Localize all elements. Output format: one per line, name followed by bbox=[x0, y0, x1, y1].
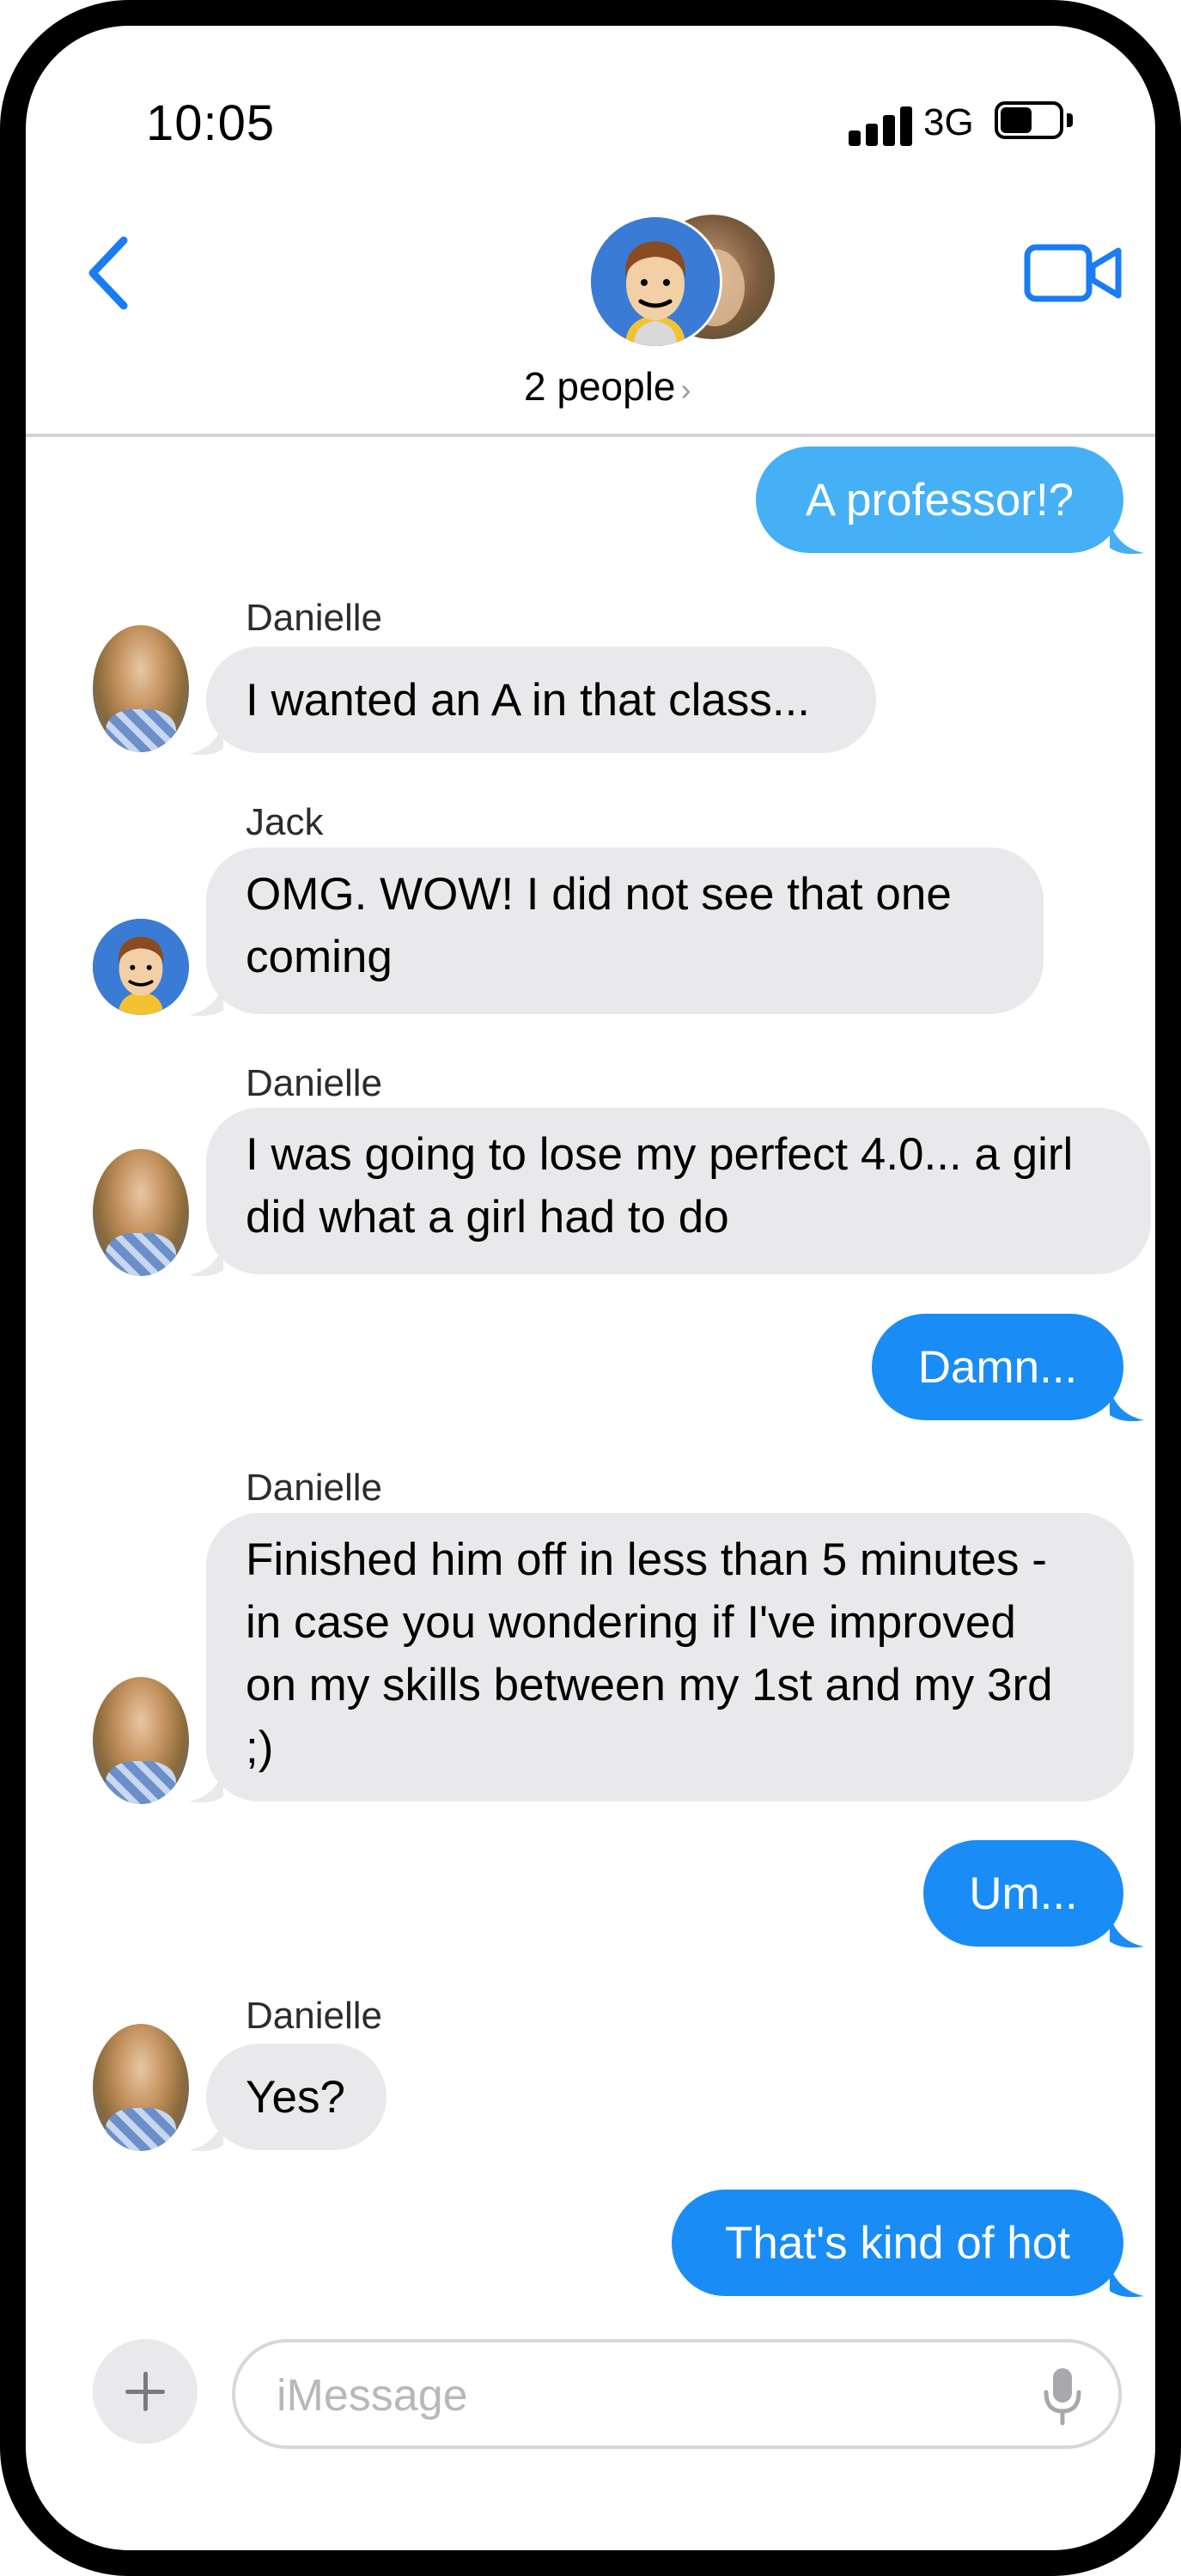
message-line: OMG. WOW! I did not see that one bbox=[246, 869, 952, 920]
cellular-signal-icon bbox=[849, 105, 934, 146]
message-text: That's kind of hot bbox=[725, 2218, 1070, 2269]
phone-frame: 10:05 3G 2 people › A professor!? Daniel… bbox=[0, 0, 1181, 2576]
incoming-message[interactable]: Yes? bbox=[206, 2044, 387, 2150]
message-line: on my skills between my 1st and my 3rd bbox=[246, 1660, 1053, 1710]
back-button[interactable] bbox=[79, 230, 139, 316]
incoming-message[interactable]: Finished him off in less than 5 minutes … bbox=[206, 1513, 1134, 1801]
incoming-message[interactable]: OMG. WOW! I did not see that one coming bbox=[206, 848, 1044, 1014]
group-avatar[interactable] bbox=[580, 210, 777, 349]
video-call-button[interactable] bbox=[1022, 239, 1125, 307]
message-line: coming bbox=[246, 932, 393, 982]
avatar-danielle bbox=[93, 1149, 189, 1276]
avatar-danielle bbox=[93, 625, 189, 752]
message-line: Finished him off in less than 5 minutes … bbox=[246, 1534, 1047, 1585]
outgoing-message[interactable]: Damn... bbox=[872, 1314, 1123, 1420]
chevron-left-icon bbox=[88, 236, 128, 310]
message-text: I wanted an A in that class... bbox=[246, 675, 811, 726]
bubble-tail bbox=[189, 1771, 223, 1803]
message-text: Yes? bbox=[246, 2072, 345, 2123]
avatar-jack bbox=[588, 215, 722, 349]
apps-plus-button[interactable] bbox=[93, 2339, 198, 2444]
message-line: I was going to lose my perfect 4.0... a … bbox=[246, 1129, 1074, 1180]
sender-name: Danielle bbox=[246, 1995, 382, 2037]
bubble-tail bbox=[189, 1244, 223, 1277]
chevron-right-icon: › bbox=[680, 372, 691, 407]
avatar-jack bbox=[93, 919, 189, 1015]
incoming-message[interactable]: I was going to lose my perfect 4.0... a … bbox=[206, 1108, 1151, 1274]
header-divider bbox=[26, 434, 1155, 437]
bubble-tail bbox=[189, 723, 223, 756]
message-text: A professor!? bbox=[805, 475, 1074, 526]
bubble-tail bbox=[1110, 1916, 1144, 1948]
message-line: in case you wondering if I've improved bbox=[246, 1597, 1016, 1648]
message-line: did what a girl had to do bbox=[246, 1192, 729, 1242]
bubble-tail bbox=[189, 2119, 223, 2152]
message-input[interactable] bbox=[275, 2365, 1008, 2427]
sender-name: Jack bbox=[246, 801, 324, 843]
incoming-message[interactable]: I wanted an A in that class... bbox=[206, 647, 876, 753]
sender-name: Danielle bbox=[246, 1467, 382, 1509]
sender-name: Danielle bbox=[246, 1062, 382, 1104]
battery-icon bbox=[995, 101, 1077, 143]
outgoing-message[interactable]: Um... bbox=[923, 1840, 1123, 1947]
screen: 10:05 3G 2 people › A professor!? Daniel… bbox=[0, 0, 1181, 2576]
avatar-danielle bbox=[93, 2024, 189, 2151]
message-input-container[interactable] bbox=[232, 2339, 1122, 2449]
bubble-tail bbox=[1110, 1389, 1144, 1422]
outgoing-message[interactable]: A professor!? bbox=[756, 447, 1123, 553]
avatar-danielle bbox=[93, 1677, 189, 1804]
bubble-tail bbox=[1110, 2265, 1144, 2298]
bubble-tail bbox=[189, 984, 223, 1017]
message-line: ;) bbox=[246, 1722, 274, 1773]
message-text: Damn... bbox=[917, 1342, 1078, 1393]
sender-name: Danielle bbox=[246, 597, 382, 639]
microphone-icon[interactable] bbox=[1043, 2366, 1082, 2427]
bubble-tail bbox=[1110, 522, 1144, 555]
conversation-title[interactable]: 2 people › bbox=[524, 363, 691, 410]
video-camera-icon bbox=[1024, 244, 1122, 302]
status-time: 10:05 bbox=[146, 95, 276, 151]
conversation-title-text: 2 people bbox=[524, 364, 676, 409]
outgoing-message[interactable]: That's kind of hot bbox=[672, 2190, 1123, 2296]
network-type: 3G bbox=[923, 101, 974, 143]
message-text: Um... bbox=[969, 1868, 1078, 1919]
